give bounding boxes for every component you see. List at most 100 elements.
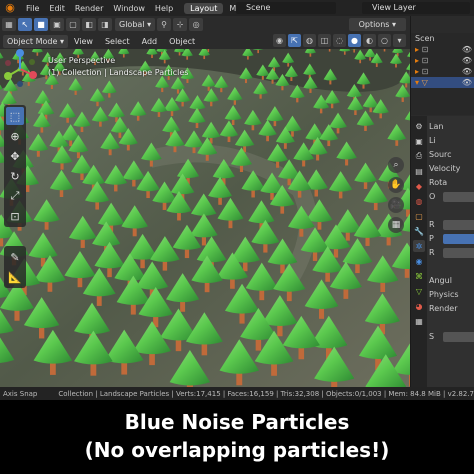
prop-field[interactable] — [443, 220, 474, 230]
menu-render[interactable]: Render — [70, 4, 108, 13]
select-mode-intersect-icon[interactable]: ◨ — [98, 18, 112, 31]
properties-tabs: ⚙ ▣ ⎙ ▤ ◆ ◍ ▢ 🔧 ✲ ◉ ⌘ ▽ ◕ ▦ — [411, 116, 427, 387]
shading-wireframe-icon[interactable]: ◌ — [333, 34, 346, 47]
prop-row-physics[interactable]: Physics — [429, 288, 474, 302]
scale-tool-icon[interactable]: ⤢ — [6, 187, 24, 205]
menu-edit[interactable]: Edit — [44, 4, 70, 13]
outliner-row[interactable]: ▸ ⊡ 👁 — [411, 55, 474, 66]
texture-tab-icon[interactable]: ▦ — [413, 315, 425, 327]
grid-icon[interactable]: ▦ — [388, 217, 404, 233]
forest-scene — [0, 49, 410, 387]
view-layer-name: View Layer — [372, 3, 416, 12]
material-tab-icon[interactable]: ◕ — [413, 300, 425, 312]
menu-select[interactable]: Select — [99, 37, 136, 46]
prop-row-p[interactable]: P — [429, 232, 474, 246]
particle-properties: Lan Li Sourc Velocity Rota O R P R Angul… — [429, 120, 474, 344]
orientation-dropdown[interactable]: Global ▾ — [115, 18, 156, 31]
prop-row-velocity[interactable]: Velocity — [429, 162, 474, 176]
camera-icon[interactable]: 🎥 — [388, 197, 404, 213]
status-bar: Axis Snap Collection | Landscape Particl… — [0, 387, 474, 400]
outliner-row[interactable]: ▸ ⊡ 👁 — [411, 66, 474, 77]
prop-row-blank — [429, 204, 474, 218]
modifier-tab-icon[interactable]: 🔧 — [413, 225, 425, 237]
caption: Blue Noise Particles (No overlapping par… — [0, 400, 474, 474]
scene-tab-icon[interactable]: ◆ — [413, 180, 425, 192]
view-layer-selector[interactable]: View Layer — [362, 2, 470, 14]
prop-field[interactable] — [443, 234, 474, 244]
proportional-edit-icon[interactable]: ◎ — [189, 18, 204, 31]
menu-help[interactable]: Help — [150, 4, 178, 13]
shading-rendered-icon[interactable]: ○ — [378, 34, 391, 47]
prop-row-angular[interactable]: Angul — [429, 274, 474, 288]
gizmo-toggle-icon[interactable]: ⇱ — [288, 34, 301, 47]
prop-row-r[interactable]: R — [429, 218, 474, 232]
prop-row-rotation[interactable]: Rota — [429, 176, 474, 190]
prop-row-name[interactable]: Lan — [429, 120, 474, 134]
cursor-tool-icon[interactable]: ⊕ — [6, 127, 24, 145]
particles-tab-icon[interactable]: ✲ — [413, 240, 425, 252]
pivot-icon[interactable]: ⚲ — [157, 18, 172, 31]
select-tool-icon[interactable]: ⬚ — [6, 107, 24, 125]
orientation-label: Global — [119, 20, 145, 29]
menu-add[interactable]: Add — [136, 37, 164, 46]
output-tab-icon[interactable]: ⎙ — [413, 150, 425, 162]
select-mode-new-icon[interactable]: ■ — [34, 18, 48, 31]
prop-row-render[interactable]: Render — [429, 302, 474, 316]
menu-file[interactable]: File — [21, 4, 44, 13]
menu-object[interactable]: Object — [163, 37, 201, 46]
prop-row-source[interactable]: Sourc — [429, 148, 474, 162]
object-mode-dropdown[interactable]: Object Mode ▾ — [3, 34, 68, 48]
physics-tab-icon[interactable]: ◉ — [413, 255, 425, 267]
shading-material-icon[interactable]: ◐ — [363, 34, 376, 47]
select-box-icon[interactable]: ↖ — [18, 18, 32, 31]
prop-label: S — [429, 332, 435, 341]
xray-icon[interactable]: ◫ — [318, 34, 331, 47]
prop-field[interactable] — [443, 332, 474, 342]
visibility-icon[interactable]: ◉ — [273, 34, 286, 47]
shading-options-icon[interactable]: ▾ — [393, 34, 406, 47]
pan-hand-icon[interactable]: ✋ — [388, 177, 404, 193]
annotate-tool-icon[interactable]: ✎ — [6, 248, 24, 266]
prop-row-s[interactable]: S — [429, 330, 474, 344]
shading-solid-icon[interactable]: ● — [348, 34, 361, 47]
view-layer-tab-icon[interactable]: ▤ — [413, 165, 425, 177]
editor-type-icon[interactable]: ▦ — [2, 18, 16, 31]
outliner-row[interactable]: ▸ ⊡ 👁 — [411, 44, 474, 55]
tool-tab-icon[interactable]: ⚙ — [413, 120, 425, 132]
render-tab-icon[interactable]: ▣ — [413, 135, 425, 147]
world-tab-icon[interactable]: ◍ — [413, 195, 425, 207]
measure-tool-icon[interactable]: 📐 — [6, 268, 24, 286]
status-hint: Axis Snap — [3, 389, 38, 398]
navigation-gizmo[interactable] — [0, 49, 40, 89]
options-dropdown[interactable]: Options ▾ — [348, 18, 406, 31]
move-tool-icon[interactable]: ✥ — [6, 147, 24, 165]
prop-row-o[interactable]: O — [429, 190, 474, 204]
3d-viewport[interactable]: User Perspective (1) Collection | Landsc… — [0, 49, 410, 387]
select-mode-subtract-icon[interactable]: ▢ — [66, 18, 80, 31]
select-mode-extend-icon[interactable]: ▣ — [50, 18, 64, 31]
prop-row-r2[interactable]: R — [429, 246, 474, 260]
menu-view[interactable]: View — [68, 37, 99, 46]
outliner-row[interactable]: Scen — [411, 33, 474, 44]
prop-field[interactable] — [443, 248, 474, 258]
data-tab-icon[interactable]: ▽ — [413, 285, 425, 297]
object-tab-icon[interactable]: ▢ — [413, 210, 425, 222]
snap-icon[interactable]: ⊹ — [173, 18, 188, 31]
tab-layout[interactable]: Layout — [184, 2, 224, 14]
right-panel: Scen ▸ ⊡ 👁 ▸ ⊡ 👁 ▸ ⊡ 👁 ▾ ▽ 👁 ⚙ ▣ ⎙ ▤ ◆ ◍… — [410, 16, 474, 387]
blender-logo-icon[interactable]: ◉ — [3, 1, 17, 15]
menu-window[interactable]: Window — [108, 4, 150, 13]
overlay-icon[interactable]: ◍ — [303, 34, 316, 47]
prop-label: R — [429, 248, 435, 257]
transform-tool-icon[interactable]: ⊡ — [6, 207, 24, 225]
prop-row-blank — [429, 260, 474, 274]
outliner-row[interactable]: ▾ ▽ 👁 — [411, 77, 474, 88]
prop-field[interactable] — [443, 192, 474, 202]
constraints-tab-icon[interactable]: ⌘ — [413, 270, 425, 282]
rotate-tool-icon[interactable]: ↻ — [6, 167, 24, 185]
select-mode-invert-icon[interactable]: ◧ — [82, 18, 96, 31]
zoom-icon[interactable]: ⌕ — [388, 157, 404, 173]
scene-selector[interactable]: Scene — [236, 2, 336, 14]
collection-info: (1) Collection | Landscape Particles — [48, 68, 189, 77]
outliner[interactable]: Scen ▸ ⊡ 👁 ▸ ⊡ 👁 ▸ ⊡ 👁 ▾ ▽ 👁 — [411, 33, 474, 115]
